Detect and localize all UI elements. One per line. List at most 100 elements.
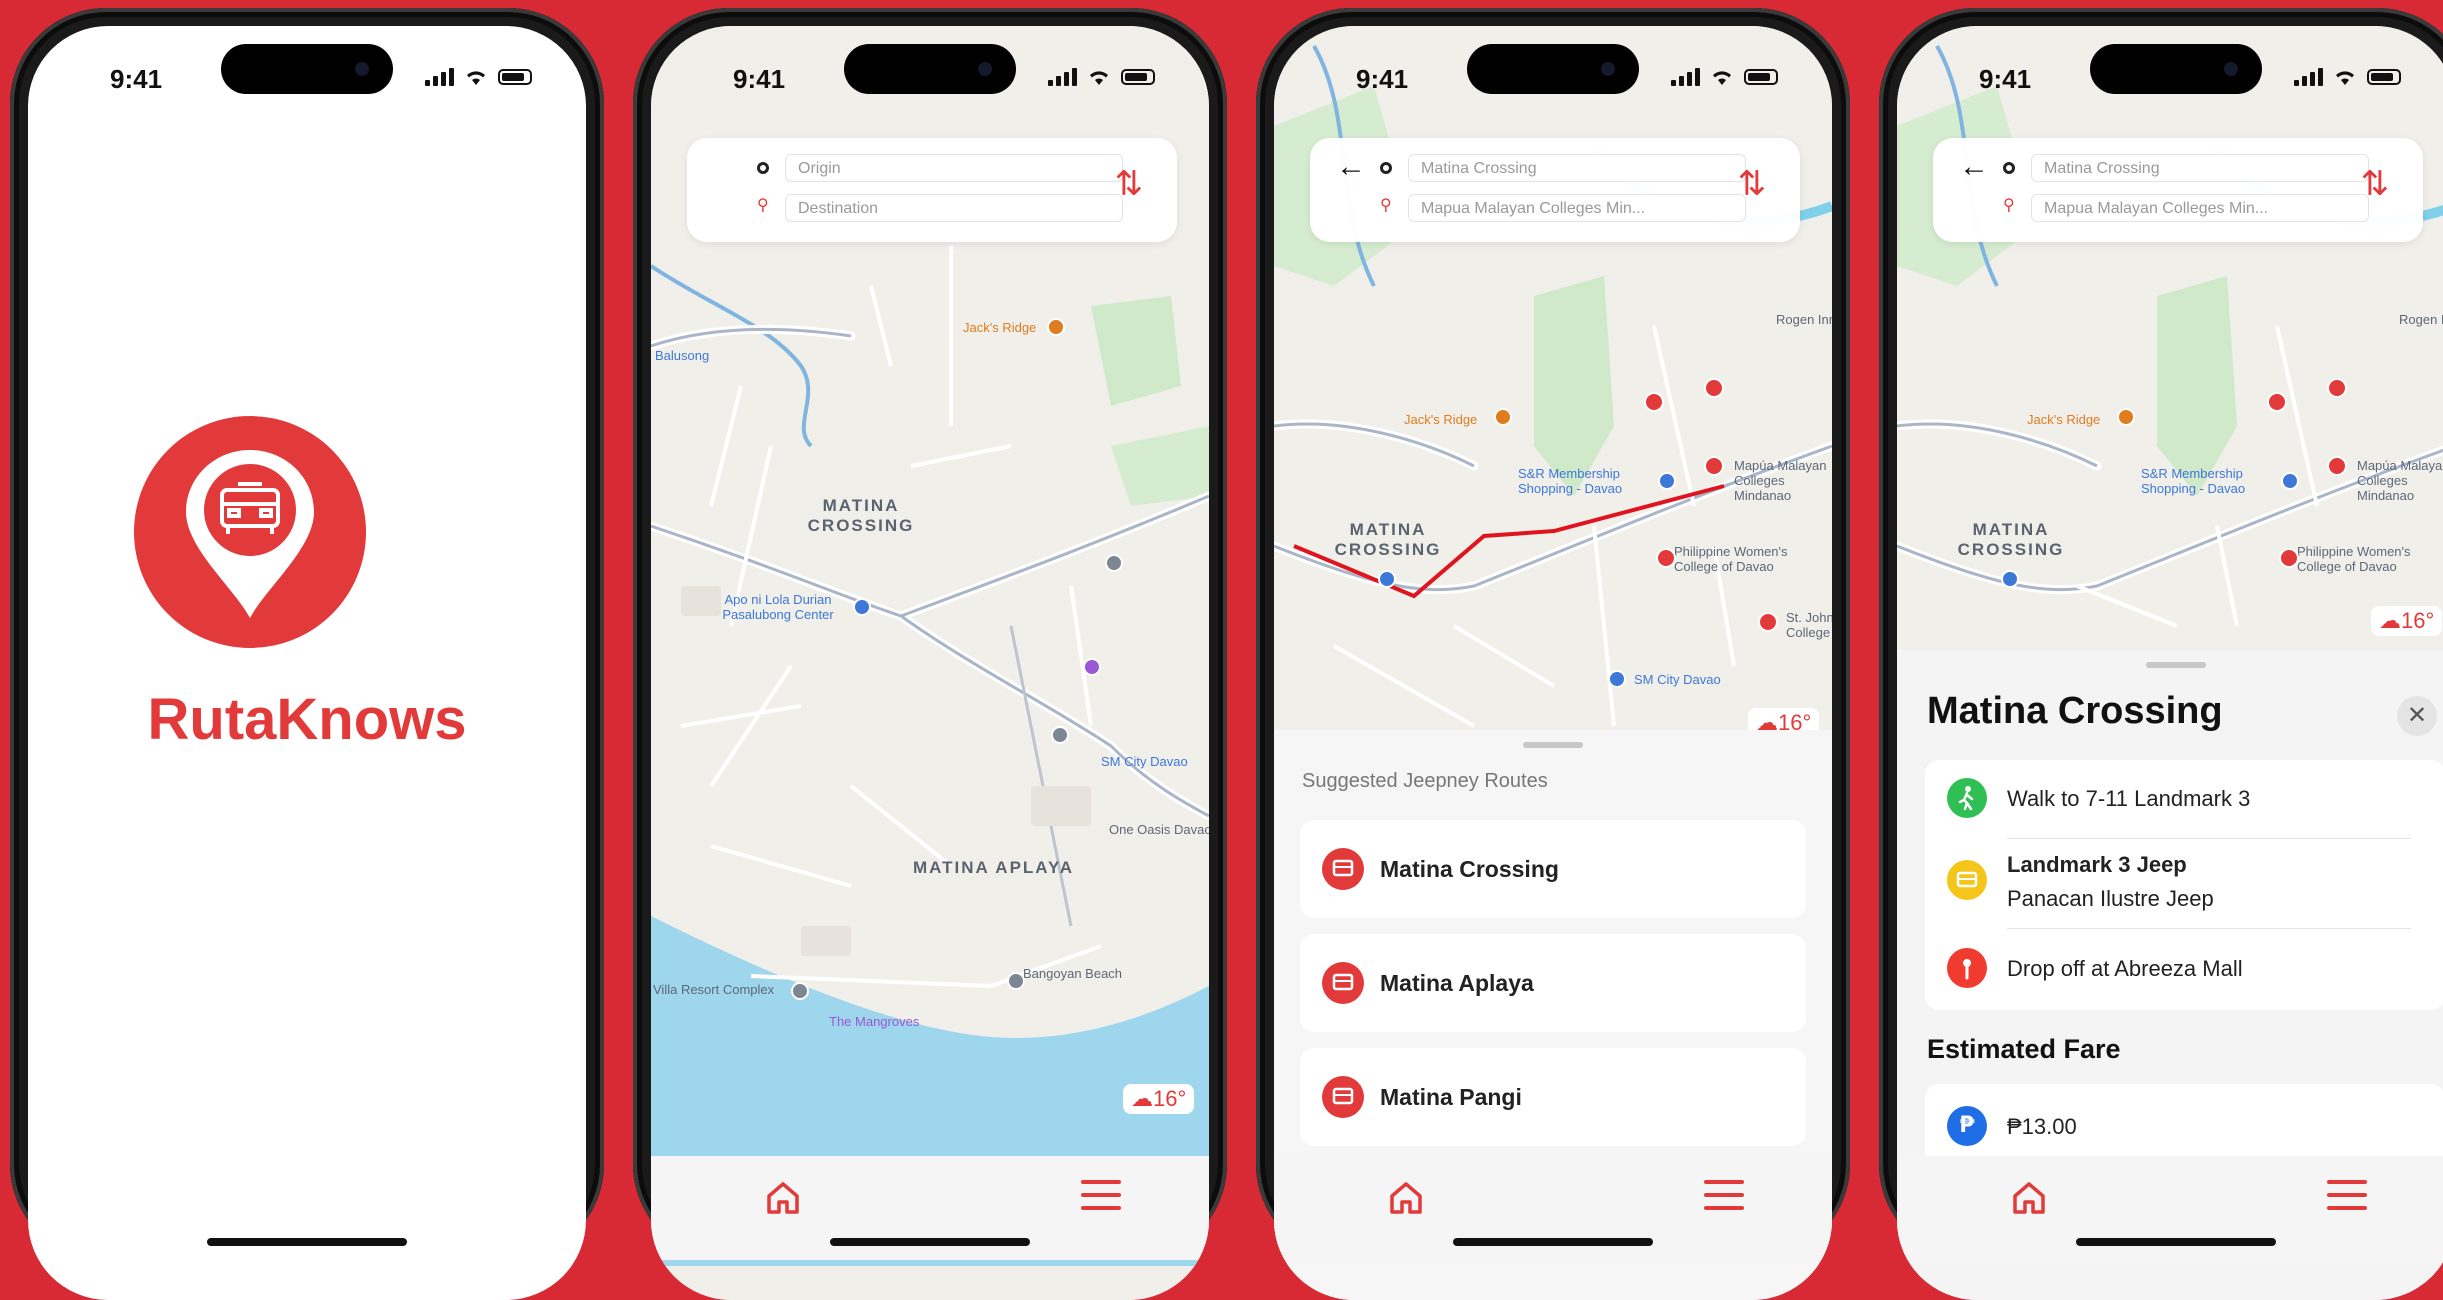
battery-icon (1121, 69, 1155, 85)
destination-pin-icon: ⚲ (2003, 197, 2015, 214)
jeepney-stop-icon (1758, 612, 1778, 632)
divider (2007, 838, 2411, 839)
swap-arrows-icon[interactable]: ⇅ (1738, 164, 1767, 204)
cellular-signal-icon (1048, 68, 1077, 86)
origin-dot-icon (2003, 162, 2015, 174)
origin-dot-icon (1380, 162, 1392, 174)
destination-pin-icon: ⚲ (1380, 197, 1392, 214)
routes-screen: MATINA CROSSING Jack's Ridge S&R Members… (1274, 26, 1832, 1300)
route-label: Matina Aplaya (1380, 970, 1534, 996)
step-drop: Drop off at Abreeza Mall (2007, 956, 2243, 981)
map-label-mapua: Mapúa Malayan Colleges Mindanao (1734, 458, 1827, 503)
restaurant-pin-icon (1047, 318, 1065, 336)
search-card: ← Matina Crossing ⚲ Mapua Malayan Colleg… (1933, 138, 2423, 242)
route-steps: Walk to 7-11 Landmark 3 Landmark 3 Jeep … (1925, 760, 2443, 1010)
map-label-matina-aplaya: MATINA APLAYA (913, 858, 1075, 877)
search-screen: MATINA CROSSING MATINA APLAYA Jack's Rid… (651, 26, 1209, 1300)
home-indicator (830, 1238, 1030, 1246)
origin-input[interactable]: Matina Crossing (2031, 154, 2369, 182)
divider (2007, 928, 2411, 929)
origin-input[interactable]: Origin (785, 154, 1123, 182)
walking-person-icon (1947, 778, 1987, 818)
map-label-snr: S&R Membership Shopping - Davao (1518, 466, 1623, 496)
app-name: RutaKnows (147, 687, 467, 752)
route-item-2[interactable]: Matina Aplaya (1300, 934, 1806, 1032)
status-time: 9:41 (1356, 64, 1409, 94)
restaurant-pin-icon (1494, 408, 1512, 426)
cellular-signal-icon (425, 68, 454, 86)
back-arrow-icon[interactable]: ← (1959, 152, 1989, 182)
map-label-one-oasis: One Oasis Davao (1109, 822, 1209, 837)
landmark-pin-icon (1105, 554, 1123, 572)
map-label-resort: Villa Resort Complex (653, 982, 775, 997)
sheet-grabber[interactable] (1523, 742, 1583, 748)
search-card: Origin ⚲ Destination ⇅ (687, 138, 1177, 242)
destination-input[interactable]: Destination (785, 194, 1123, 222)
jeepney-icon (1322, 848, 1364, 890)
home-indicator (207, 1238, 407, 1246)
map-label-sm-city: SM City Davao (1634, 672, 1721, 687)
shop-pin-icon (853, 598, 871, 616)
destination-pin-icon: ⚲ (757, 197, 769, 214)
restaurant-pin-icon (2117, 408, 2135, 426)
weather-temp: 16° (2401, 608, 2435, 633)
route-item-3[interactable]: Matina Pangi (1300, 1048, 1806, 1146)
cellular-signal-icon (2294, 68, 2323, 86)
shop-pin-icon (1658, 472, 1676, 490)
menu-icon[interactable] (1704, 1180, 1744, 1216)
sheet-grabber[interactable] (2146, 662, 2206, 668)
location-pin-icon (1947, 948, 1987, 988)
route-label: Matina Pangi (1380, 1084, 1522, 1110)
home-indicator (1453, 1238, 1653, 1246)
map-label-balusong: Balusong (655, 348, 710, 363)
dynamic-island (221, 44, 393, 94)
route-label: Matina Crossing (1380, 856, 1559, 882)
destination-input[interactable]: Mapua Malayan Colleges Min... (2031, 194, 2369, 222)
cloud-icon: ☁ (2379, 608, 2401, 633)
home-icon[interactable] (763, 1178, 803, 1218)
status-time: 9:41 (110, 64, 163, 94)
phone-detail: MATINA CROSSING Jack's Ridge S&R Members… (1879, 8, 2443, 1300)
dynamic-island (2090, 44, 2262, 94)
jeepney-stop-icon (2267, 392, 2287, 412)
map-label-matina-crossing: MATINA CROSSING (1334, 520, 1442, 559)
route-item-1[interactable]: Matina Crossing (1300, 820, 1806, 918)
jeepney-icon (1322, 962, 1364, 1004)
close-icon[interactable]: ✕ (2397, 696, 2437, 736)
detail-screen: MATINA CROSSING Jack's Ridge S&R Members… (1897, 26, 2443, 1300)
fare-label: Estimated Fare (1927, 1034, 2121, 1064)
weather-temp: 16° (1153, 1086, 1187, 1111)
wifi-icon (1090, 71, 1108, 85)
swap-arrows-icon[interactable]: ⇅ (2361, 164, 2390, 204)
shop-pin-icon (1608, 670, 1626, 688)
shop-pin-icon (1083, 658, 1101, 676)
menu-icon[interactable] (2327, 1180, 2367, 1216)
shop-pin-icon (1378, 570, 1396, 588)
step-jeep-title: Landmark 3 Jeep (2007, 852, 2187, 877)
landmark-pin-icon (1051, 726, 1069, 744)
sheet-title: Suggested Jeepney Routes (1302, 770, 1548, 792)
location-pin-icon (186, 450, 314, 618)
jeepney-icon (1947, 860, 1987, 900)
cellular-signal-icon (1671, 68, 1700, 86)
map-label-phil-women: Philippine Women's College of Davao (1674, 544, 1788, 574)
step-walk: Walk to 7-11 Landmark 3 (2007, 786, 2251, 811)
map-label-bangoyan: Bangoyan Beach (1023, 966, 1123, 981)
wifi-icon (1713, 71, 1731, 85)
home-icon[interactable] (1386, 1178, 1426, 1218)
weather-badge: ☁16° (1123, 1084, 1195, 1114)
menu-icon[interactable] (1081, 1180, 1121, 1216)
back-arrow-icon[interactable]: ← (1336, 152, 1366, 182)
swap-arrows-icon[interactable]: ⇅ (1115, 164, 1144, 204)
map-label-rogen: Rogen Inn (2399, 312, 2443, 327)
phone-routes: MATINA CROSSING Jack's Ridge S&R Members… (1256, 8, 1850, 1300)
app-logo (134, 416, 366, 648)
landmark-pin-icon (791, 982, 809, 1000)
landmark-pin-icon (1007, 972, 1025, 990)
wifi-icon (467, 71, 485, 85)
battery-icon (498, 69, 532, 85)
origin-input[interactable]: Matina Crossing (1408, 154, 1746, 182)
dynamic-island (844, 44, 1016, 94)
home-icon[interactable] (2009, 1178, 2049, 1218)
destination-input[interactable]: Mapua Malayan Colleges Min... (1408, 194, 1746, 222)
